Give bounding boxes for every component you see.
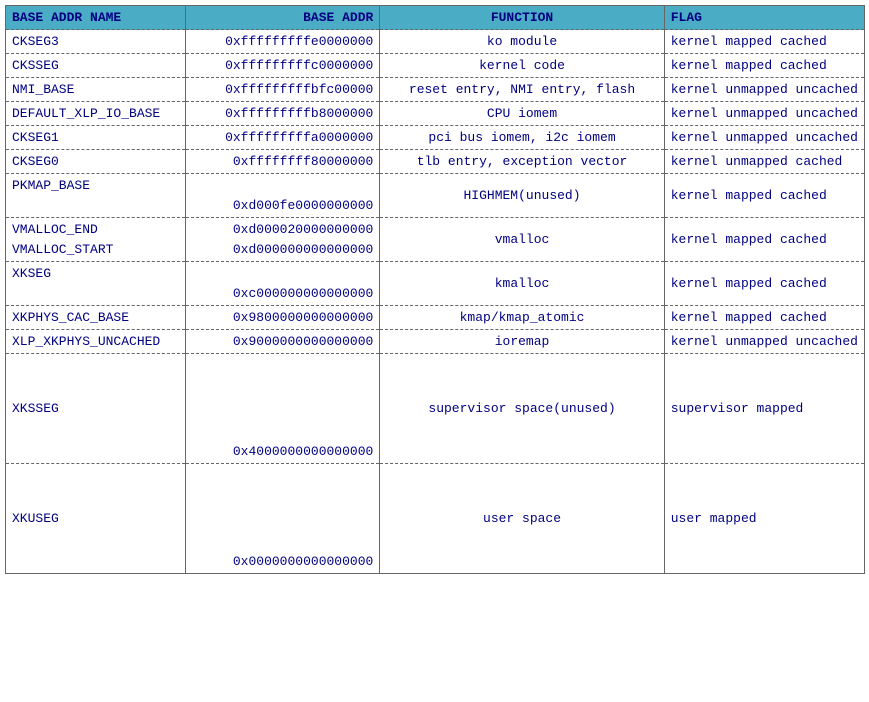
cell-func: pci bus iomem, i2c iomem <box>380 126 664 150</box>
cell-addr: 0x9000000000000000 <box>185 330 380 354</box>
table-row: XKSSEG 0x4000000000000000 supervisor spa… <box>6 354 865 464</box>
table-row: XKUSEG 0x0000000000000000 user space use… <box>6 464 865 574</box>
cell-name-top: VMALLOC_END <box>12 222 179 237</box>
cell-name: PKMAP_BASE <box>6 174 186 218</box>
table-row: DEFAULT_XLP_IO_BASE 0xfffffffffb8000000 … <box>6 102 865 126</box>
cell-addr: 0xfffffffffb8000000 <box>185 102 380 126</box>
header-base-addr: BASE ADDR <box>185 6 380 30</box>
memory-map-table: BASE ADDR NAME BASE ADDR FUNCTION FLAG C… <box>5 5 865 574</box>
header-function: FUNCTION <box>380 6 664 30</box>
cell-func: kmap/kmap_atomic <box>380 306 664 330</box>
table-row: CKSSEG 0xfffffffffc0000000 kernel code k… <box>6 54 865 78</box>
table-row: XKPHYS_CAC_BASE 0x9800000000000000 kmap/… <box>6 306 865 330</box>
table-row: XKSEG 0xc000000000000000 kmalloc kernel … <box>6 262 865 306</box>
cell-addr: 0xfffffffffe0000000 <box>185 30 380 54</box>
cell-func: supervisor space(unused) <box>380 354 664 464</box>
cell-name: VMALLOC_END VMALLOC_START <box>6 218 186 262</box>
cell-name-bottom: VMALLOC_START <box>12 242 179 257</box>
cell-name: XKSSEG <box>6 354 186 464</box>
cell-flag: supervisor mapped <box>664 354 864 464</box>
cell-func: ko module <box>380 30 664 54</box>
cell-name: CKSSEG <box>6 54 186 78</box>
cell-addr: 0xfffffffffbfc00000 <box>185 78 380 102</box>
cell-flag: kernel mapped cached <box>664 174 864 218</box>
cell-addr: 0xfffffffffc0000000 <box>185 54 380 78</box>
cell-func: HIGHMEM(unused) <box>380 174 664 218</box>
cell-addr: 0x9800000000000000 <box>185 306 380 330</box>
cell-flag: kernel mapped cached <box>664 306 864 330</box>
cell-flag: kernel unmapped uncached <box>664 126 864 150</box>
cell-addr: 0xd000020000000000 0xd000000000000000 <box>185 218 380 262</box>
cell-func: kernel code <box>380 54 664 78</box>
table-row: VMALLOC_END VMALLOC_START 0xd00002000000… <box>6 218 865 262</box>
table-row: CKSEG0 0xffffffff80000000 tlb entry, exc… <box>6 150 865 174</box>
cell-name: XKPHYS_CAC_BASE <box>6 306 186 330</box>
cell-flag: kernel unmapped cached <box>664 150 864 174</box>
cell-flag: kernel unmapped uncached <box>664 78 864 102</box>
cell-name-mid: XKSSEG <box>12 401 179 416</box>
cell-func: reset entry, NMI entry, flash <box>380 78 664 102</box>
cell-flag: kernel unmapped uncached <box>664 102 864 126</box>
cell-addr-top: 0xd000020000000000 <box>233 222 373 237</box>
cell-flag: kernel mapped cached <box>664 218 864 262</box>
cell-name: CKSEG3 <box>6 30 186 54</box>
header-flag: FLAG <box>664 6 864 30</box>
cell-name: NMI_BASE <box>6 78 186 102</box>
cell-func: CPU iomem <box>380 102 664 126</box>
cell-func: user space <box>380 464 664 574</box>
cell-addr: 0xc000000000000000 <box>185 262 380 306</box>
cell-name: XKUSEG <box>6 464 186 574</box>
table-row: CKSEG1 0xfffffffffa0000000 pci bus iomem… <box>6 126 865 150</box>
cell-flag: kernel mapped cached <box>664 262 864 306</box>
cell-name: CKSEG0 <box>6 150 186 174</box>
cell-func: vmalloc <box>380 218 664 262</box>
cell-func: ioremap <box>380 330 664 354</box>
table-row: PKMAP_BASE 0xd000fe0000000000 HIGHMEM(un… <box>6 174 865 218</box>
cell-addr: 0xfffffffffa0000000 <box>185 126 380 150</box>
cell-name-mid: XKUSEG <box>12 511 179 526</box>
cell-flag: kernel mapped cached <box>664 54 864 78</box>
table-row: NMI_BASE 0xfffffffffbfc00000 reset entry… <box>6 78 865 102</box>
table-row: XLP_XKPHYS_UNCACHED 0x9000000000000000 i… <box>6 330 865 354</box>
table-row: CKSEG3 0xfffffffffe0000000 ko module ker… <box>6 30 865 54</box>
cell-name: DEFAULT_XLP_IO_BASE <box>6 102 186 126</box>
cell-name: CKSEG1 <box>6 126 186 150</box>
cell-func: tlb entry, exception vector <box>380 150 664 174</box>
table-header-row: BASE ADDR NAME BASE ADDR FUNCTION FLAG <box>6 6 865 30</box>
cell-func: kmalloc <box>380 262 664 306</box>
cell-flag: user mapped <box>664 464 864 574</box>
cell-addr: 0xffffffff80000000 <box>185 150 380 174</box>
cell-addr: 0x0000000000000000 <box>185 464 380 574</box>
header-base-addr-name: BASE ADDR NAME <box>6 6 186 30</box>
cell-addr: 0x4000000000000000 <box>185 354 380 464</box>
cell-flag: kernel unmapped uncached <box>664 330 864 354</box>
cell-addr-bottom: 0xd000000000000000 <box>233 242 373 257</box>
cell-name: XKSEG <box>6 262 186 306</box>
cell-addr: 0xd000fe0000000000 <box>185 174 380 218</box>
cell-flag: kernel mapped cached <box>664 30 864 54</box>
cell-name: XLP_XKPHYS_UNCACHED <box>6 330 186 354</box>
